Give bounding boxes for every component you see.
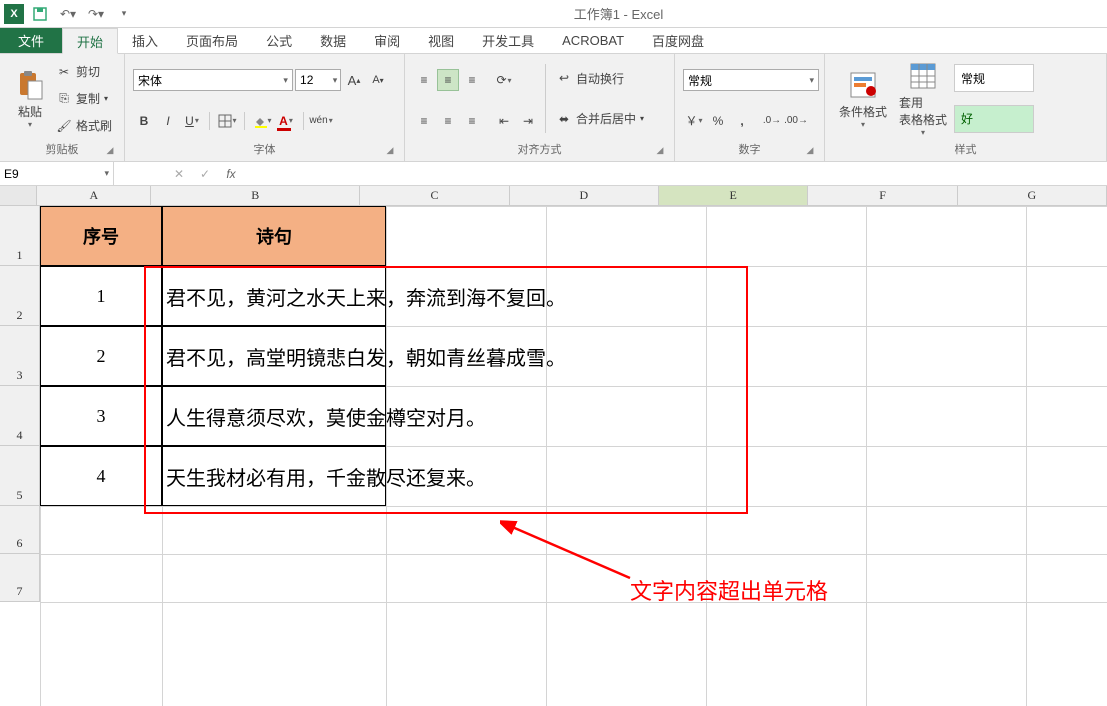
tab-insert[interactable]: 插入 [118, 28, 172, 53]
number-launcher[interactable]: ◢ [804, 145, 816, 157]
increase-font-button[interactable]: A▴ [343, 69, 365, 91]
ribbon: 粘贴 ▾ ✂剪切 ⎘复制▾ 🖌格式刷 剪贴板◢ ▾ ▾ A▴ A▾ B I U [0, 54, 1107, 162]
title-bar: X ↶▾ ↷▾ ▾ 工作簿1 - Excel [0, 0, 1107, 28]
tab-acrobat[interactable]: ACROBAT [548, 28, 638, 53]
format-painter-button[interactable]: 🖌格式刷 [52, 115, 116, 137]
formula-bar: ▾ ✕ ✓ fx [0, 162, 1107, 186]
column-header-F[interactable]: F [808, 186, 957, 205]
bold-button[interactable]: B [133, 110, 155, 132]
row-header-4[interactable]: 4 [0, 386, 40, 446]
group-alignment: ≡ ≡ ≡ ⟳ ≡ ≡ ≡ ⇤ ⇥ ↩自动换行 ⬌合并后居中▾ [405, 54, 675, 161]
align-center-button[interactable]: ≡ [437, 110, 459, 132]
tab-formulas[interactable]: 公式 [252, 28, 306, 53]
number-format-combo[interactable]: ▾ [683, 69, 819, 91]
column-header-A[interactable]: A [37, 186, 151, 205]
tab-page-layout[interactable]: 页面布局 [172, 28, 252, 53]
accounting-format-button[interactable]: ￥ [683, 110, 705, 132]
header-seq[interactable]: 序号 [40, 206, 162, 266]
style-good[interactable]: 好 [954, 105, 1034, 133]
excel-icon: X [4, 4, 24, 24]
fill-color-button[interactable] [251, 110, 273, 132]
increase-indent-button[interactable]: ⇥ [517, 110, 539, 132]
percent-button[interactable]: % [707, 110, 729, 132]
tab-developer[interactable]: 开发工具 [468, 28, 548, 53]
undo-button[interactable]: ↶▾ [58, 4, 78, 24]
orientation-button[interactable]: ⟳ [493, 69, 515, 91]
cell-poem-text-2[interactable]: 君不见，高堂明镜悲白发，朝如青丝暮成雪。 [162, 326, 566, 386]
style-normal[interactable]: 常规 [954, 64, 1034, 92]
cell-seq-3[interactable]: 3 [40, 386, 162, 446]
decrease-indent-button[interactable]: ⇤ [493, 110, 515, 132]
align-top-button[interactable]: ≡ [413, 69, 435, 91]
qat-customize-button[interactable]: ▾ [114, 4, 134, 24]
redo-button[interactable]: ↷▾ [86, 4, 106, 24]
italic-button[interactable]: I [157, 110, 179, 132]
enter-icon[interactable]: ✓ [196, 167, 214, 181]
tab-data[interactable]: 数据 [306, 28, 360, 53]
align-middle-button[interactable]: ≡ [437, 69, 459, 91]
row-header-6[interactable]: 6 [0, 506, 40, 554]
copy-button[interactable]: ⎘复制▾ [52, 88, 116, 110]
cell-seq-4[interactable]: 4 [40, 446, 162, 506]
cut-button[interactable]: ✂剪切 [52, 61, 116, 83]
comma-button[interactable]: , [731, 110, 753, 132]
spreadsheet-grid[interactable]: ABCDEFG 1234567 序号诗句1君不见，黄河之水天上来，奔流到海不复回… [0, 186, 1107, 706]
row-header-2[interactable]: 2 [0, 266, 40, 326]
name-box-dropdown[interactable]: ▾ [104, 168, 109, 179]
tab-review[interactable]: 审阅 [360, 28, 414, 53]
window-title: 工作簿1 - Excel [134, 4, 1103, 23]
cell-seq-2[interactable]: 2 [40, 326, 162, 386]
merge-center-button[interactable]: ⬌合并后居中▾ [552, 108, 648, 130]
underline-button[interactable]: U [181, 110, 203, 132]
align-bottom-button[interactable]: ≡ [461, 69, 483, 91]
cancel-icon[interactable]: ✕ [170, 167, 188, 181]
ribbon-tabs: 文件 开始 插入 页面布局 公式 数据 审阅 视图 开发工具 ACROBAT 百… [0, 28, 1107, 54]
save-button[interactable] [30, 4, 50, 24]
fx-icon[interactable]: fx [222, 167, 240, 181]
alignment-launcher[interactable]: ◢ [654, 145, 666, 157]
tab-view[interactable]: 视图 [414, 28, 468, 53]
font-name-combo[interactable]: ▾ [133, 69, 293, 91]
tab-file[interactable]: 文件 [0, 28, 62, 53]
clipboard-launcher[interactable]: ◢ [104, 145, 116, 157]
group-number: ▾ ￥ % , .0→ .00→ 数字◢ [675, 54, 825, 161]
font-size-combo[interactable]: ▾ [295, 69, 341, 91]
row-header-7[interactable]: 7 [0, 554, 40, 602]
borders-button[interactable] [216, 110, 238, 132]
tab-baidu[interactable]: 百度网盘 [638, 28, 718, 53]
font-launcher[interactable]: ◢ [384, 145, 396, 157]
decrease-decimal-button[interactable]: .00→ [785, 110, 807, 132]
select-all-corner[interactable] [0, 186, 37, 205]
formula-input[interactable] [246, 167, 1107, 181]
increase-decimal-button[interactable]: .0→ [761, 110, 783, 132]
row-header-3[interactable]: 3 [0, 326, 40, 386]
format-as-table-button[interactable]: 套用 表格格式 ▾ [893, 58, 953, 139]
column-header-D[interactable]: D [510, 186, 659, 205]
column-header-C[interactable]: C [360, 186, 509, 205]
conditional-format-button[interactable]: 条件格式 ▾ [833, 58, 893, 139]
cell-poem-text-3[interactable]: 人生得意须尽欢，莫使金樽空对月。 [162, 386, 486, 446]
group-clipboard: 粘贴 ▾ ✂剪切 ⎘复制▾ 🖌格式刷 剪贴板◢ [0, 54, 125, 161]
align-right-button[interactable]: ≡ [461, 110, 483, 132]
row-header-1[interactable]: 1 [0, 206, 40, 266]
row-header-5[interactable]: 5 [0, 446, 40, 506]
wrap-text-button[interactable]: ↩自动换行 [552, 67, 648, 89]
header-poem[interactable]: 诗句 [162, 206, 386, 266]
decrease-font-button[interactable]: A▾ [367, 69, 389, 91]
cell-poem-text-1[interactable]: 君不见，黄河之水天上来，奔流到海不复回。 [162, 266, 566, 326]
column-header-E[interactable]: E [659, 186, 808, 205]
cell-seq-1[interactable]: 1 [40, 266, 162, 326]
paste-button[interactable]: 粘贴 ▾ [8, 58, 52, 139]
name-box[interactable]: ▾ [0, 162, 114, 185]
column-header-G[interactable]: G [958, 186, 1107, 205]
font-color-button[interactable]: A [275, 110, 297, 132]
cell-poem-text-4[interactable]: 天生我材必有用，千金散尽还复来。 [162, 446, 486, 506]
phonetic-button[interactable]: wén [310, 110, 332, 132]
quick-access-toolbar: ↶▾ ↷▾ ▾ [30, 4, 134, 24]
tab-home[interactable]: 开始 [62, 28, 118, 54]
column-header-B[interactable]: B [151, 186, 360, 205]
align-left-button[interactable]: ≡ [413, 110, 435, 132]
group-font: ▾ ▾ A▴ A▾ B I U A wén 字体◢ [125, 54, 405, 161]
group-styles: 条件格式 ▾ 套用 表格格式 ▾ 常规 好 样式 [825, 54, 1107, 161]
